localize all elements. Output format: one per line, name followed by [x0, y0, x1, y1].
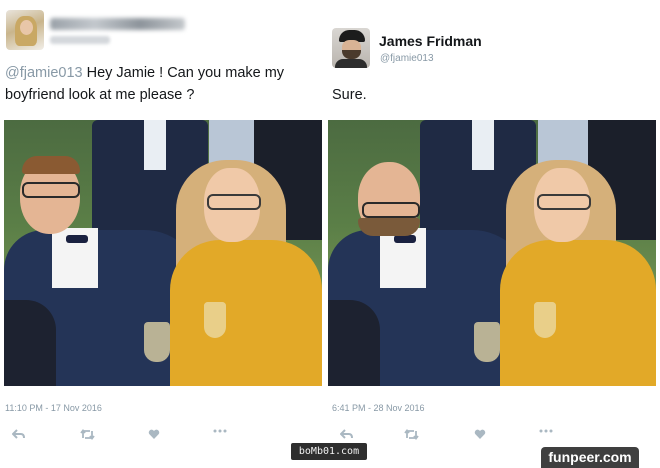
user-avatar[interactable]: [6, 10, 44, 50]
author-avatar[interactable]: [332, 28, 370, 68]
reply-icon[interactable]: [340, 429, 353, 440]
tweet-text: Sure.: [332, 87, 367, 103]
blurred-handle: [50, 36, 110, 44]
more-icon[interactable]: [539, 429, 553, 433]
author-handle[interactable]: @fjamie013: [380, 53, 434, 64]
tweet-photo[interactable]: [328, 120, 656, 386]
like-icon[interactable]: [148, 429, 160, 440]
watermark-bomb: boMb01.com: [291, 443, 367, 460]
author-name[interactable]: James Fridman: [379, 33, 482, 49]
blurred-username: [50, 18, 185, 30]
like-icon[interactable]: [474, 429, 486, 440]
watermark-funpeer: funpeer.com: [541, 447, 639, 468]
tweet-text: @fjamie013 Hey Jamie ! Can you make my b…: [5, 62, 325, 106]
retweet-icon[interactable]: [404, 429, 419, 440]
mention-link[interactable]: @fjamie013: [5, 65, 83, 81]
right-tweet: James Fridman @fjamie013 Sure. 6:41 PM -…: [328, 0, 660, 468]
more-icon[interactable]: [213, 429, 227, 433]
timestamp[interactable]: 6:41 PM - 28 Nov 2016: [332, 403, 425, 413]
retweet-icon[interactable]: [80, 429, 95, 440]
timestamp[interactable]: 11:10 PM - 17 Nov 2016: [5, 403, 102, 413]
tweet-photo[interactable]: [4, 120, 322, 386]
left-tweet: @fjamie013 Hey Jamie ! Can you make my b…: [0, 0, 328, 468]
reply-icon[interactable]: [12, 429, 25, 440]
